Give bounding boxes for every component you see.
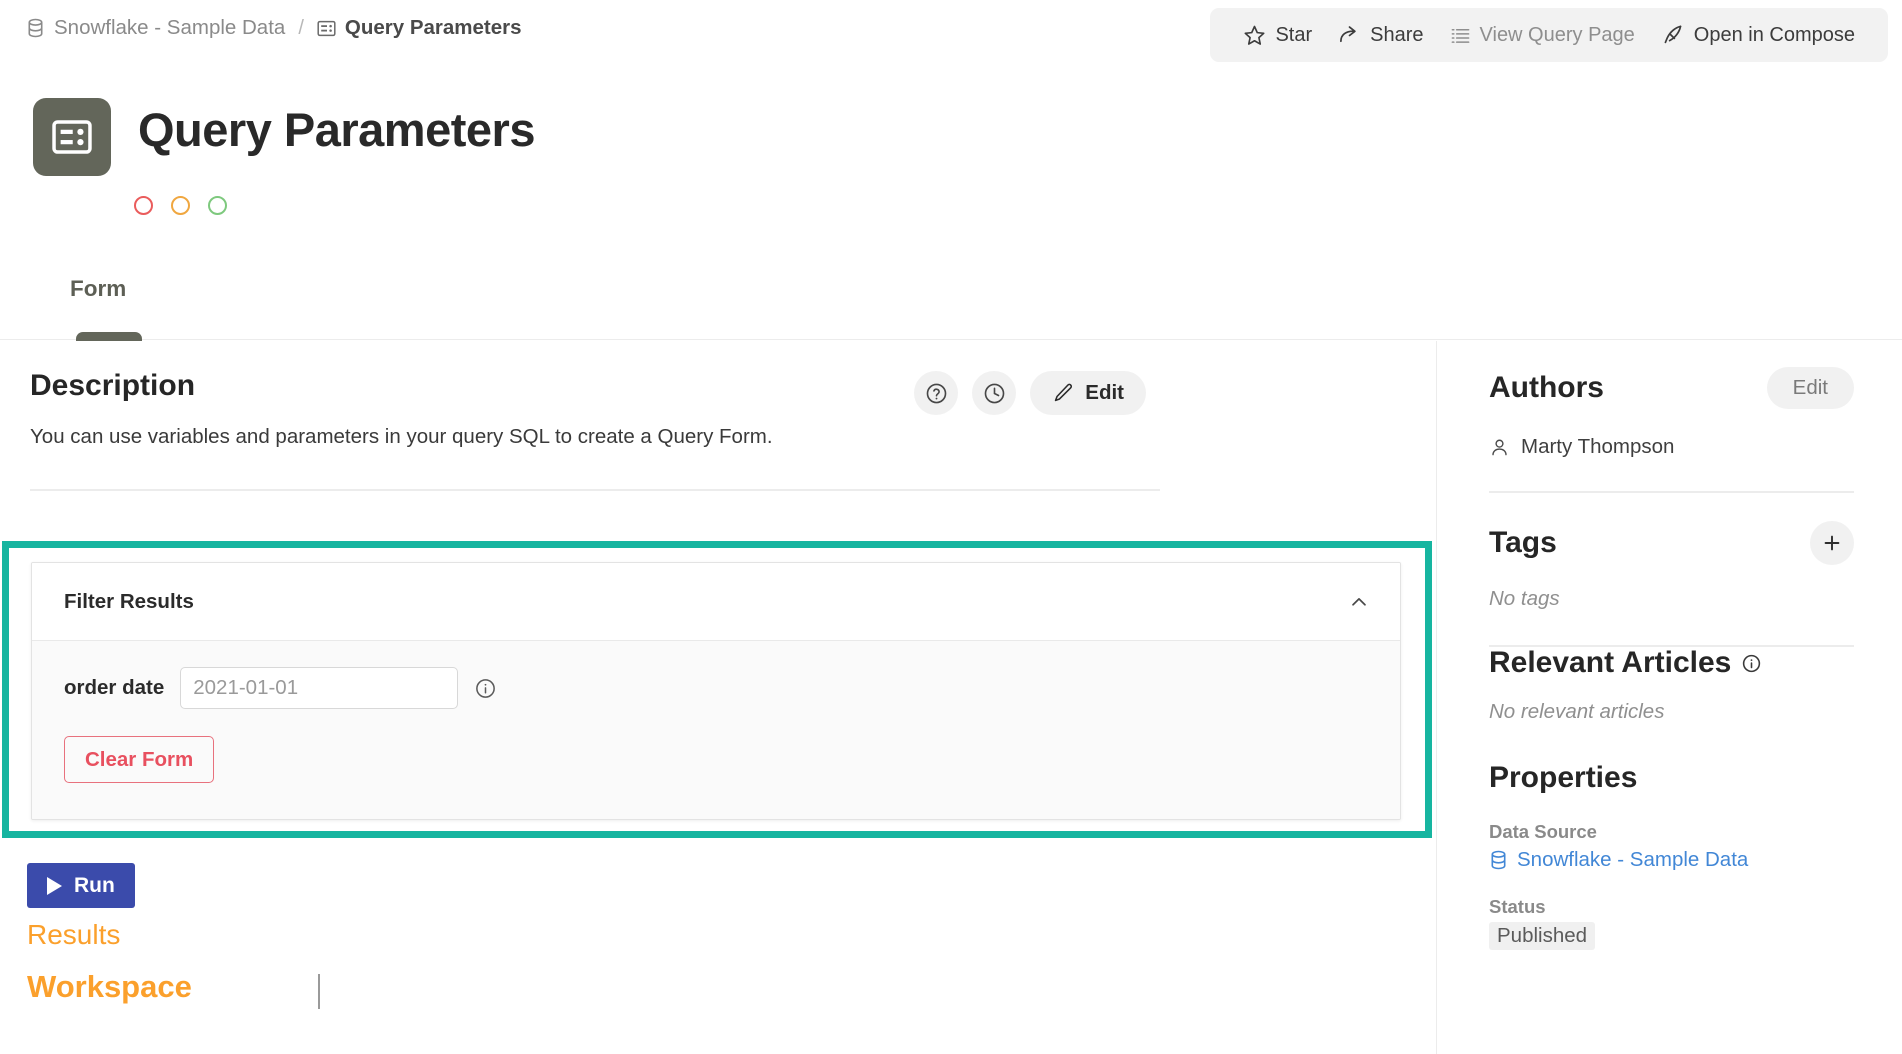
view-query-page-label: View Query Page [1479, 23, 1635, 46]
breadcrumb-current-label: Query Parameters [344, 16, 522, 39]
top-bar: Snowflake - Sample Data / Query Paramete… [0, 0, 1902, 80]
star-label: Star [1275, 23, 1313, 46]
authors-divider [1489, 491, 1854, 493]
share-icon [1338, 24, 1361, 47]
data-source-label: Data Source [1489, 821, 1597, 842]
breadcrumb: Snowflake - Sample Data / Query Paramete… [26, 16, 522, 40]
tags-title: Tags [1489, 526, 1557, 559]
green-dot[interactable] [208, 196, 227, 215]
user-icon [1489, 437, 1510, 458]
clear-form-button[interactable]: Clear Form [64, 736, 215, 783]
main-content: Description Edit You can use variables a… [0, 341, 1436, 1054]
properties-title: Properties [1489, 761, 1638, 794]
status-badge: Published [1489, 922, 1596, 950]
workspace-divider [318, 974, 320, 1009]
share-button[interactable]: Share [1325, 24, 1436, 47]
edit-description-button[interactable]: Edit [1030, 371, 1146, 415]
history-button[interactable] [972, 371, 1017, 415]
workspace-label[interactable]: Workspace [27, 969, 192, 1005]
status-dots [134, 196, 227, 215]
open-in-compose-label: Open in Compose [1693, 23, 1855, 46]
database-icon [26, 18, 45, 38]
relevant-articles-title-text: Relevant Articles [1489, 646, 1732, 679]
properties-section: Properties Data Source Snowflake - Sampl… [1489, 761, 1854, 950]
data-source-value: Snowflake - Sample Data [1517, 848, 1749, 871]
page-title: Query Parameters [138, 103, 535, 156]
breadcrumb-source[interactable]: Snowflake - Sample Data [26, 16, 285, 40]
run-label: Run [74, 873, 115, 897]
relevant-articles-section: Relevant Articles No relevant articles [1489, 646, 1854, 724]
breadcrumb-source-label: Snowflake - Sample Data [54, 16, 286, 39]
chevron-up-icon[interactable] [1348, 591, 1370, 613]
author-item: Marty Thompson [1489, 435, 1854, 459]
description-body: You can use variables and parameters in … [30, 425, 773, 448]
list-icon [1450, 25, 1471, 46]
share-label: Share [1370, 23, 1424, 46]
order-date-row: order date [64, 667, 1400, 709]
filter-results-title: Filter Results [64, 589, 194, 613]
edit-authors-button[interactable]: Edit [1766, 367, 1854, 409]
orange-dot[interactable] [171, 196, 190, 215]
action-toolbar: Star Share View Query Page Open in Compo… [1210, 8, 1888, 62]
form-highlight-box: Filter Results order date 2021-01-01 Cle… [2, 541, 1432, 838]
breadcrumb-current: Query Parameters [317, 16, 522, 40]
info-circle-icon[interactable] [1741, 653, 1762, 674]
red-dot[interactable] [134, 196, 153, 215]
query-form-icon [317, 19, 336, 38]
question-circle-icon [925, 382, 948, 405]
order-date-label: order date [64, 676, 165, 699]
play-icon [47, 876, 62, 895]
clock-icon [983, 382, 1006, 405]
authors-section: Authors Edit Marty Thompson [1489, 367, 1854, 493]
tags-empty-text: No tags [1489, 587, 1560, 610]
description-divider [30, 489, 1160, 491]
status-label: Status [1489, 896, 1546, 917]
authors-title: Authors [1489, 371, 1604, 404]
relevant-articles-title: Relevant Articles [1489, 646, 1854, 680]
open-in-compose-button[interactable]: Open in Compose [1648, 23, 1868, 47]
quill-icon [1661, 23, 1685, 47]
info-circle-icon[interactable] [474, 677, 497, 700]
order-date-input[interactable] [180, 667, 459, 709]
add-tag-button[interactable] [1810, 521, 1854, 565]
star-icon [1243, 24, 1266, 47]
tags-header: Tags [1489, 521, 1854, 565]
data-source-link[interactable]: Snowflake - Sample Data [1489, 848, 1854, 872]
filter-results-card: Filter Results order date 2021-01-01 Cle… [31, 562, 1401, 820]
star-button[interactable]: Star [1230, 24, 1325, 47]
description-actions: Edit [914, 371, 1146, 415]
results-label[interactable]: Results [27, 919, 120, 951]
pencil-icon [1052, 382, 1074, 404]
database-icon [1489, 850, 1508, 870]
authors-header: Authors Edit [1489, 367, 1854, 409]
help-button[interactable] [914, 371, 959, 415]
filter-results-header[interactable]: Filter Results [32, 563, 1400, 641]
author-name: Marty Thompson [1521, 435, 1675, 458]
page-icon [33, 98, 111, 176]
view-query-page-button[interactable]: View Query Page [1437, 24, 1648, 47]
filter-results-body: order date Clear Form [32, 641, 1400, 819]
tab-bar: Form [0, 272, 1902, 346]
tags-section: Tags No tags [1489, 521, 1854, 647]
plus-icon [1821, 532, 1843, 554]
run-button[interactable]: Run [27, 863, 135, 908]
description-header: Description [30, 369, 1436, 403]
tab-form[interactable]: Form [70, 276, 126, 324]
edit-description-label: Edit [1085, 381, 1124, 404]
right-sidebar: Authors Edit Marty Thompson Tags No tags… [1436, 341, 1902, 1054]
description-title: Description [30, 369, 196, 402]
relevant-articles-empty-text: No relevant articles [1489, 700, 1665, 723]
breadcrumb-separator: / [298, 16, 304, 39]
